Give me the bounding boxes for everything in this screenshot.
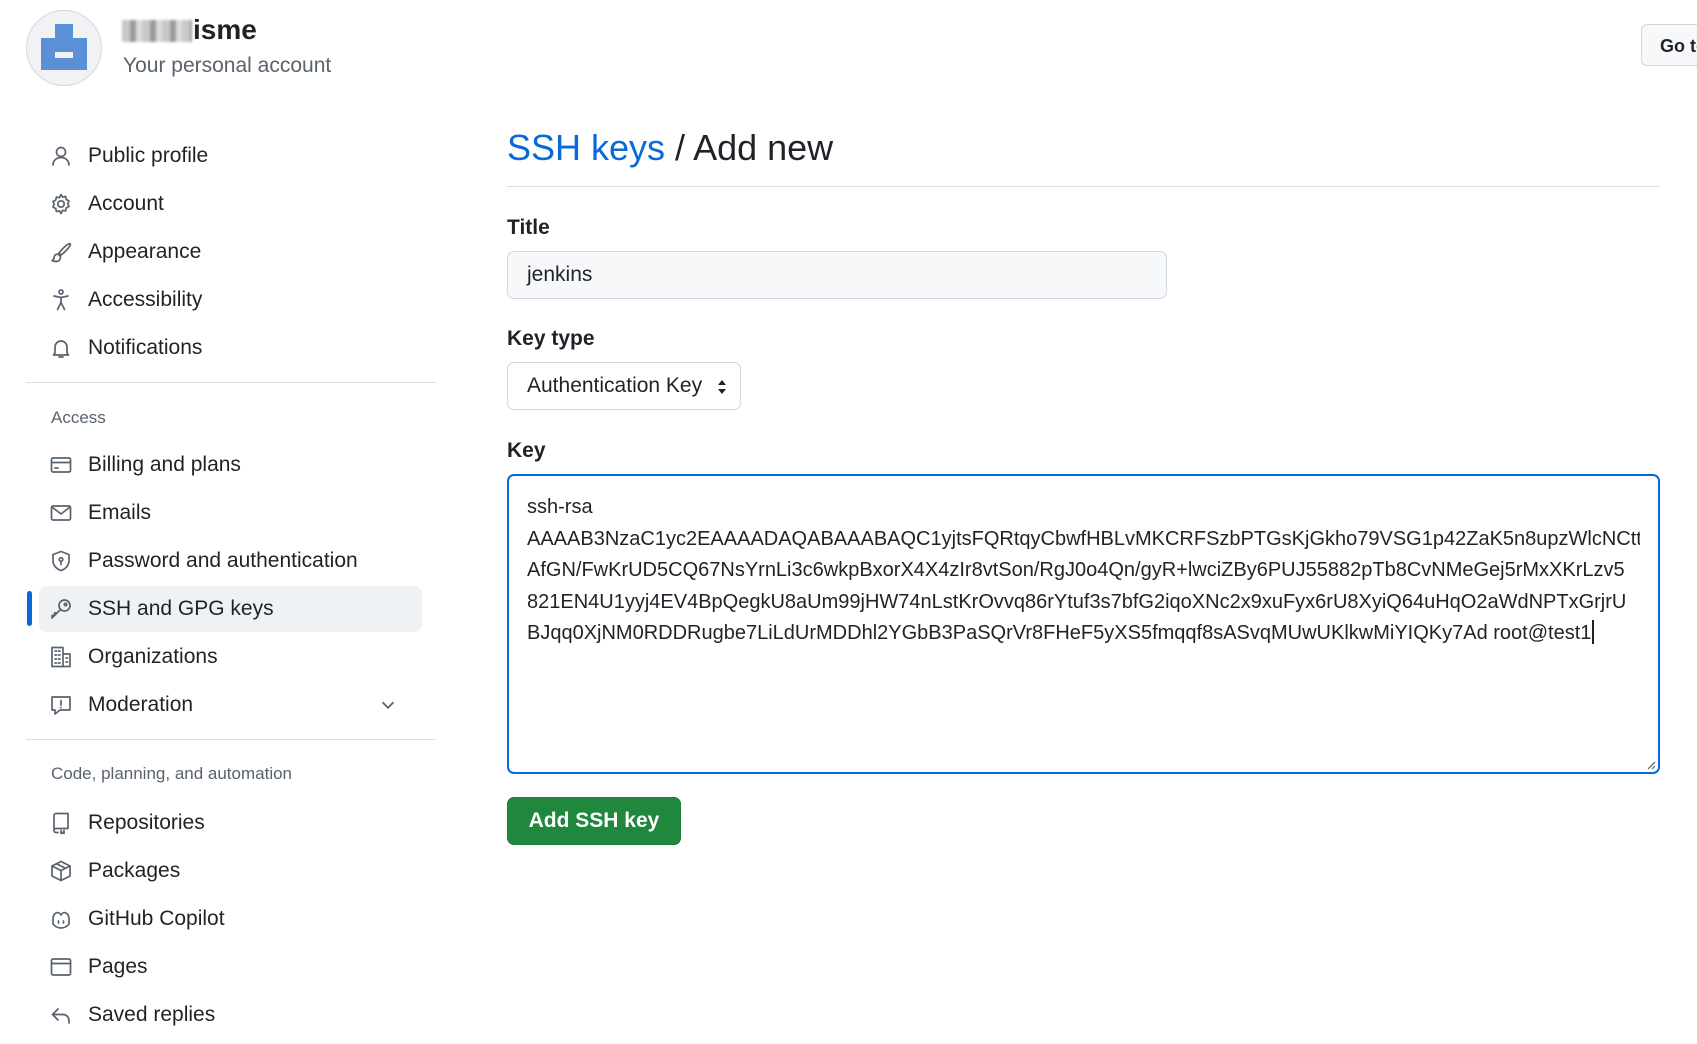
active-indicator <box>27 591 32 626</box>
breadcrumb-ssh-keys-link[interactable]: SSH keys <box>507 127 665 168</box>
key-text-line: AAAAB3NzaC1yc2EAAAADAQABAAABAQC1yjtsFQRt… <box>527 527 1640 550</box>
page-title-suffix: / Add new <box>665 127 834 168</box>
sidebar-item-repositories[interactable]: Repositories <box>48 800 423 846</box>
sidebar-item-pages[interactable]: Pages <box>48 944 423 990</box>
shield-icon <box>48 548 74 574</box>
sidebar-divider <box>26 382 436 383</box>
add-ssh-key-button[interactable]: Add SSH key <box>507 797 681 845</box>
sidebar-item-label: Repositories <box>88 811 205 834</box>
sidebar-item-label: Saved replies <box>88 1003 216 1026</box>
sidebar-item-ssh-gpg-keys[interactable]: SSH and GPG keys <box>39 586 422 632</box>
sidebar-item-packages[interactable]: Packages <box>48 848 423 894</box>
sidebar-section-access: Access <box>51 408 106 427</box>
package-icon <box>48 858 74 884</box>
avatar[interactable] <box>26 10 102 86</box>
sidebar-item-organizations[interactable]: Organizations <box>48 634 423 680</box>
key-text-line: AfGN/FwKrUD5CQ67NsYrnLi3c6wkpBxorX4X4zIr… <box>527 559 1625 581</box>
title-divider <box>507 186 1660 187</box>
key-label: Key <box>507 439 546 462</box>
gear-icon <box>48 191 74 217</box>
paintbrush-icon <box>48 239 74 265</box>
report-icon <box>48 692 74 718</box>
sidebar-item-label: Moderation <box>88 693 194 716</box>
sidebar-item-label: Account <box>88 192 164 215</box>
browser-icon <box>48 954 74 980</box>
sidebar-item-notifications[interactable]: Notifications <box>48 325 423 371</box>
sidebar-item-label: Billing and plans <box>88 453 241 476</box>
sidebar-item-label: Notifications <box>88 336 203 359</box>
sidebar-item-public-profile[interactable]: Public profile <box>48 133 423 179</box>
key-text-line: 821EN4U1yyj4EV4BpQegkU8aUm99jHW74nLstKrO… <box>527 590 1627 613</box>
sidebar-item-label: Appearance <box>88 240 202 263</box>
page-title: SSH keys / Add new <box>507 127 833 169</box>
sidebar-item-moderation[interactable]: Moderation <box>48 682 423 728</box>
account-subtitle: Your personal account <box>123 54 332 77</box>
sidebar-item-saved-replies[interactable]: Saved replies <box>48 992 423 1038</box>
sidebar-item-label: Packages <box>88 859 181 882</box>
sidebar-item-label: GitHub Copilot <box>88 907 225 930</box>
sidebar-item-label: Public profile <box>88 144 209 167</box>
sidebar-item-label: Pages <box>88 955 148 978</box>
repo-icon <box>48 810 74 836</box>
sidebar-section-code-planning: Code, planning, and automation <box>51 764 293 783</box>
sidebar-item-password-authentication[interactable]: Password and authentication <box>48 538 423 584</box>
key-text-line: ssh-rsa <box>527 496 593 518</box>
sidebar-item-label: SSH and GPG keys <box>88 597 274 620</box>
chevron-down-icon[interactable] <box>377 694 399 721</box>
key-text-line-last: BJqq0XjNM0RDDRugbe7LiLdUrMDDhl2YGbB3PaSQ… <box>527 618 1640 650</box>
key-type-label: Key type <box>507 327 595 350</box>
organization-icon <box>48 644 74 670</box>
sidebar-item-emails[interactable]: Emails <box>48 490 423 536</box>
sidebar-item-appearance[interactable]: Appearance <box>48 229 423 275</box>
sidebar-divider <box>26 739 436 740</box>
title-label: Title <box>507 216 550 239</box>
credit-card-icon <box>48 452 74 478</box>
mail-icon <box>48 500 74 526</box>
sidebar-item-account[interactable]: Account <box>48 181 423 227</box>
copilot-icon <box>48 906 74 932</box>
sidebar-item-label: Emails <box>88 501 152 524</box>
sidebar-item-label: Password and authentication <box>88 549 358 572</box>
reply-icon <box>48 1002 74 1028</box>
account-name[interactable]: isme <box>122 14 257 46</box>
sidebar-item-label: Organizations <box>88 645 218 668</box>
identicon-icon <box>27 11 101 85</box>
key-type-selected-value: Authentication Key <box>527 374 703 397</box>
sidebar-item-github-copilot[interactable]: GitHub Copilot <box>48 896 423 942</box>
sidebar-item-label: Accessibility <box>88 288 203 311</box>
key-textarea[interactable]: ssh-rsa AAAAB3NzaC1yc2EAAAADAQABAAABAQC1… <box>507 474 1660 774</box>
sidebar-item-billing[interactable]: Billing and plans <box>48 442 423 488</box>
redacted-username-blur <box>122 20 192 42</box>
person-icon <box>48 143 74 169</box>
bell-icon <box>48 335 74 361</box>
go-to-profile-button[interactable]: Go to <box>1641 24 1697 66</box>
sidebar-item-accessibility[interactable]: Accessibility <box>48 277 423 323</box>
text-caret <box>1592 620 1594 644</box>
key-type-select[interactable]: Authentication Key <box>507 362 741 410</box>
select-arrows-icon <box>718 380 726 394</box>
resize-grip-icon[interactable] <box>1644 758 1656 770</box>
title-input[interactable]: jenkins <box>507 251 1167 299</box>
accessibility-icon <box>48 287 74 313</box>
key-icon <box>48 596 74 622</box>
